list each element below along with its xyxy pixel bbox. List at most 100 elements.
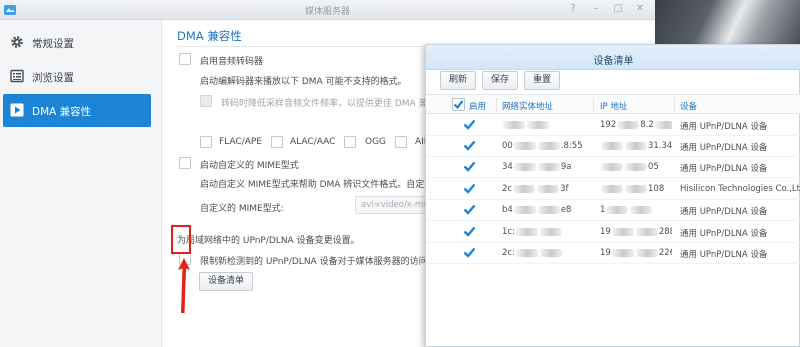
table-row[interactable]: 1928.206通用 UPnP/DLNA 设备	[426, 115, 800, 136]
device-list-button[interactable]: 设备清单	[199, 272, 253, 291]
row-enabled-checkbox-icon[interactable]	[463, 139, 476, 152]
enable-mime-label: 启动自定义的 MIME型式	[200, 161, 299, 171]
window-titlebar[interactable]: 媒体服务器 ? – □ ✕	[0, 0, 655, 20]
ip-middle: 8.2	[640, 120, 654, 130]
restrict-new-devices-label: 限制新检测到的 UPnP/DLNA 设备对于媒体服务器的访问	[200, 257, 428, 267]
format-alac-aac-checkbox[interactable]	[271, 136, 283, 148]
redacted-mask	[630, 205, 653, 214]
transcoder-description: 启动编解码器来播放以下 DMA 可能不支持的格式。	[200, 77, 407, 87]
row-enabled-checkbox-icon[interactable]	[463, 246, 476, 259]
row-enabled-checkbox-icon[interactable]	[463, 203, 476, 216]
redacted-mask	[513, 162, 536, 171]
maximize-icon[interactable]: □	[611, 2, 625, 16]
save-button[interactable]: 保存	[482, 71, 518, 90]
table-row[interactable]: 2c: 19 226 通用 UPnP/DLNA 设备	[426, 243, 800, 264]
minimize-icon[interactable]: –	[589, 2, 603, 16]
redacted-mask	[539, 248, 562, 257]
resample-checkbox[interactable]	[200, 95, 212, 107]
table-row[interactable]: 1c: 19 288 通用 UPnP/DLNA 设备	[426, 222, 800, 243]
redacted-mask	[527, 120, 549, 129]
sidebar-item-browse[interactable]: 浏览设置	[3, 60, 151, 93]
column-header-enable[interactable]: 启用	[469, 100, 486, 112]
mac-prefix: 34	[502, 162, 513, 172]
mac-prefix: 00	[502, 141, 513, 151]
device-name-cell: Hisilicon Technologies Co.,Ltd	[680, 184, 800, 194]
enable-transcoder-checkbox[interactable]	[179, 53, 191, 65]
redacted-mask	[537, 141, 560, 150]
annotation-highlight-box	[171, 225, 191, 254]
enable-transcoder-label: 启用音频转码器	[200, 57, 264, 67]
device-table-header: 启用 网络实体地址 IP 地址 设备	[426, 94, 800, 114]
mac-address-cell: 00 .8:55	[502, 141, 590, 151]
ip-prefix: 19	[600, 227, 611, 237]
enable-mime-checkbox[interactable]	[179, 157, 191, 169]
device-name-cell: 通用 UPnP/DLNA 设备	[680, 164, 768, 174]
ip-suffix: 288	[658, 227, 672, 237]
mac-address-cell: 34 9a	[502, 162, 590, 172]
mac-suffix: .8:55	[560, 141, 583, 151]
sidebar-item-dma-compatibility[interactable]: DMA 兼容性	[3, 94, 151, 127]
mac-suffix: 9a	[560, 162, 572, 172]
mac-address-cell: 1c:	[502, 227, 590, 237]
table-row[interactable]: b4 e8 1 通用 UPnP/DLNA 设备	[426, 200, 800, 221]
column-header-ip[interactable]: IP 地址	[600, 100, 627, 112]
mac-suffix: e8	[560, 205, 572, 215]
ip-suffix: 226	[658, 248, 672, 258]
redacted-mask	[503, 120, 525, 129]
mac-address-cell	[502, 120, 590, 130]
redacted-mask	[625, 162, 647, 171]
redacted-mask	[601, 162, 623, 171]
redacted-mask	[601, 184, 623, 193]
reset-button[interactable]: 重置	[524, 71, 560, 90]
close-icon[interactable]: ✕	[633, 2, 647, 16]
mac-address-cell: 2c:	[502, 248, 590, 258]
sidebar-item-general[interactable]: 常规设置	[3, 26, 151, 59]
table-row[interactable]: 34 9a 05 通用 UPnP/DLNA 设备	[426, 157, 800, 178]
row-enabled-checkbox-icon[interactable]	[463, 182, 476, 195]
table-row[interactable]: 2c 3f 108 Hisilicon Technologies Co.,Ltd	[426, 179, 800, 200]
ip-address-cell: 1	[600, 205, 672, 215]
ip-address-cell: 108	[600, 184, 672, 194]
annotation-arrow-icon	[178, 258, 190, 313]
help-icon[interactable]: ?	[566, 2, 580, 16]
gear-icon	[11, 36, 23, 48]
device-list-dialog: 设备清单 刷新 保存 重置 启用 网络实体地址 IP 地址 设备 192 8.2 0…	[425, 44, 800, 347]
row-enabled-checkbox-icon[interactable]	[463, 118, 476, 131]
format-ogg-checkbox[interactable]	[344, 136, 356, 148]
dialog-header[interactable]: 设备清单	[426, 45, 800, 70]
format-label: FLAC/APE	[219, 137, 262, 147]
redacted-mask	[513, 205, 536, 214]
ip-suffix: 108	[648, 184, 665, 194]
redacted-mask	[537, 162, 560, 171]
ip-address-cell: 19 226	[600, 248, 672, 258]
redacted-mask	[537, 205, 560, 214]
format-aiff-checkbox[interactable]	[395, 136, 407, 148]
redacted-mask	[625, 184, 647, 193]
window-title: 媒体服务器	[304, 7, 350, 17]
device-name-cell: 通用 UPnP/DLNA 设备	[680, 250, 768, 260]
format-label: ALAC/AAC	[290, 137, 336, 147]
column-header-mac[interactable]: 网络实体地址	[502, 100, 553, 112]
row-enabled-checkbox-icon[interactable]	[463, 160, 476, 173]
redacted-mask	[513, 141, 536, 150]
mac-prefix: 2c	[502, 184, 513, 194]
sidebar-item-label: 常规设置	[32, 38, 74, 50]
mac-prefix: b4	[502, 205, 513, 215]
refresh-button[interactable]: 刷新	[440, 71, 476, 90]
redacted-mask	[606, 205, 629, 214]
mac-address-cell: b4 e8	[502, 205, 590, 215]
redacted-mask	[513, 184, 536, 193]
select-all-checkbox-icon[interactable]	[452, 98, 465, 111]
column-header-device[interactable]: 设备	[680, 100, 697, 112]
format-flac-ape-checkbox[interactable]	[200, 136, 212, 148]
redacted-mask	[601, 141, 623, 150]
row-enabled-checkbox-icon[interactable]	[463, 225, 476, 238]
ip-suffix: 05	[648, 162, 659, 172]
redacted-mask	[515, 248, 538, 257]
column-divider	[593, 98, 594, 112]
sidebar-item-label: 浏览设置	[32, 72, 74, 84]
browse-list-icon	[10, 69, 24, 83]
ip-address-cell: 31.34	[600, 141, 672, 151]
table-row[interactable]: 00 .8:55 31.34 通用 UPnP/DLNA 设备	[426, 136, 800, 157]
column-divider	[496, 98, 497, 112]
